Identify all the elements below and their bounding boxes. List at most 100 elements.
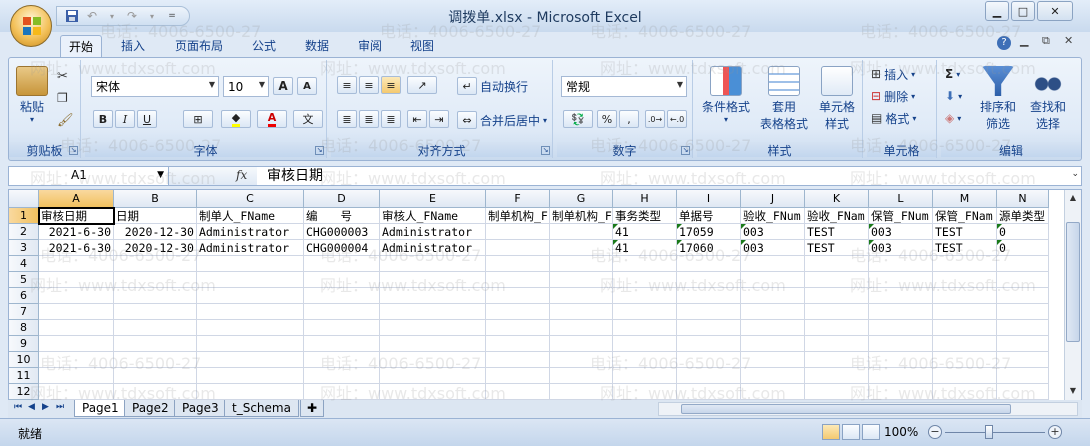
- save-icon[interactable]: [63, 8, 81, 24]
- cell[interactable]: [304, 272, 380, 288]
- cell[interactable]: [197, 368, 304, 384]
- customize-icon[interactable]: =: [163, 8, 181, 24]
- cell[interactable]: [550, 256, 613, 272]
- cell[interactable]: 2021-6-30: [39, 224, 114, 240]
- cell[interactable]: [677, 336, 741, 352]
- column-header[interactable]: B: [114, 190, 197, 208]
- zoom-slider-track[interactable]: [945, 432, 1045, 433]
- row-header[interactable]: 3: [9, 240, 39, 256]
- wrap-text-button[interactable]: ↵ 自动换行: [457, 76, 528, 96]
- decrease-decimal-button[interactable]: ←.0: [667, 110, 687, 128]
- autosum-button[interactable]: Σ ▾: [945, 64, 960, 84]
- cell[interactable]: [613, 368, 677, 384]
- first-sheet-icon[interactable]: ⏮: [14, 402, 22, 412]
- cell[interactable]: [869, 304, 933, 320]
- fill-button[interactable]: ⬇ ▾: [945, 86, 962, 106]
- cell[interactable]: [114, 272, 197, 288]
- cell[interactable]: CHG000003: [304, 224, 380, 240]
- cell[interactable]: [380, 336, 486, 352]
- column-header[interactable]: E: [380, 190, 486, 208]
- cell[interactable]: [550, 320, 613, 336]
- zoom-level[interactable]: 100%: [884, 425, 918, 439]
- cell[interactable]: [39, 320, 114, 336]
- cell[interactable]: [805, 368, 869, 384]
- cell[interactable]: [613, 304, 677, 320]
- cell[interactable]: [933, 320, 997, 336]
- cell[interactable]: 验收_FNam: [805, 208, 869, 224]
- cell[interactable]: CHG000004: [304, 240, 380, 256]
- cell[interactable]: [805, 352, 869, 368]
- cell[interactable]: Administrator: [380, 240, 486, 256]
- cell[interactable]: 源单类型: [997, 208, 1049, 224]
- cell[interactable]: 制单机构_F: [550, 208, 613, 224]
- cell[interactable]: [869, 272, 933, 288]
- cell[interactable]: [380, 320, 486, 336]
- column-header[interactable]: D: [304, 190, 380, 208]
- cell[interactable]: [486, 304, 550, 320]
- cell[interactable]: [805, 384, 869, 400]
- decrease-indent-button[interactable]: ⇤: [407, 110, 427, 128]
- cell[interactable]: [869, 288, 933, 304]
- cell[interactable]: 2020-12-30: [114, 240, 197, 256]
- cell[interactable]: [869, 352, 933, 368]
- cell[interactable]: [114, 304, 197, 320]
- sheet-tab-page2[interactable]: Page2: [124, 400, 177, 417]
- cell[interactable]: [486, 224, 550, 240]
- cell[interactable]: [741, 304, 805, 320]
- next-sheet-icon[interactable]: ▶: [42, 402, 49, 412]
- cell[interactable]: 制单人_FName: [197, 208, 304, 224]
- cell[interactable]: 17059: [677, 224, 741, 240]
- cell[interactable]: [114, 336, 197, 352]
- italic-button[interactable]: I: [115, 110, 135, 128]
- cell[interactable]: TEST: [933, 240, 997, 256]
- cell[interactable]: [805, 304, 869, 320]
- cell[interactable]: [933, 336, 997, 352]
- cell[interactable]: 0: [997, 224, 1049, 240]
- tab-insert[interactable]: 插入: [112, 35, 154, 58]
- ribbon-minimize-icon[interactable]: ▁: [1020, 34, 1028, 47]
- row-header[interactable]: 4: [9, 256, 39, 272]
- merge-center-button[interactable]: ⇔ 合并后居中 ▾: [457, 110, 547, 130]
- cell[interactable]: [741, 272, 805, 288]
- cell[interactable]: 编 号: [304, 208, 380, 224]
- row-header[interactable]: 10: [9, 352, 39, 368]
- cell[interactable]: Administrator: [197, 224, 304, 240]
- cell[interactable]: [677, 288, 741, 304]
- align-middle-button[interactable]: ≡: [359, 76, 379, 94]
- column-header[interactable]: I: [677, 190, 741, 208]
- row-header[interactable]: 1: [9, 208, 39, 224]
- cell[interactable]: [197, 352, 304, 368]
- shrink-font-button[interactable]: A: [297, 77, 317, 95]
- cell[interactable]: [997, 288, 1049, 304]
- cell[interactable]: [486, 352, 550, 368]
- align-right-button[interactable]: ≣: [381, 110, 401, 128]
- horizontal-scrollbar[interactable]: [658, 402, 1078, 416]
- cell[interactable]: [933, 304, 997, 320]
- cell[interactable]: 41: [613, 224, 677, 240]
- cell[interactable]: [550, 304, 613, 320]
- font-name-combo[interactable]: 宋体 ▼: [91, 76, 219, 97]
- cell[interactable]: 验收_FNum: [741, 208, 805, 224]
- insert-cells-button[interactable]: ⊞ 插入 ▾: [871, 64, 915, 84]
- copy-button[interactable]: ❐: [57, 88, 68, 108]
- cell[interactable]: [613, 256, 677, 272]
- ribbon-restore-icon[interactable]: ⧉: [1042, 34, 1050, 48]
- percent-button[interactable]: %: [597, 110, 617, 128]
- cell[interactable]: 0: [997, 240, 1049, 256]
- help-icon[interactable]: ?: [997, 36, 1011, 50]
- increase-decimal-button[interactable]: .0→: [645, 110, 665, 128]
- zoom-in-icon[interactable]: +: [1048, 425, 1062, 439]
- row-header[interactable]: 8: [9, 320, 39, 336]
- worksheet-grid[interactable]: ▲ ▼ A B C D E F G H I J K L M N 1 审核日期 日期 制单人_FName 编 号审核人…: [8, 189, 1082, 401]
- align-center-button[interactable]: ≣: [359, 110, 379, 128]
- cell[interactable]: [550, 336, 613, 352]
- cell[interactable]: [486, 384, 550, 400]
- maximize-button[interactable]: □: [1011, 1, 1035, 21]
- sheet-tab-t-schema[interactable]: t_Schema: [224, 400, 299, 417]
- cell[interactable]: [805, 288, 869, 304]
- format-as-table-button[interactable]: 套用 表格格式: [757, 66, 811, 132]
- cell[interactable]: [933, 368, 997, 384]
- cell[interactable]: [197, 272, 304, 288]
- row-header[interactable]: 2: [9, 224, 39, 240]
- cell[interactable]: [550, 240, 613, 256]
